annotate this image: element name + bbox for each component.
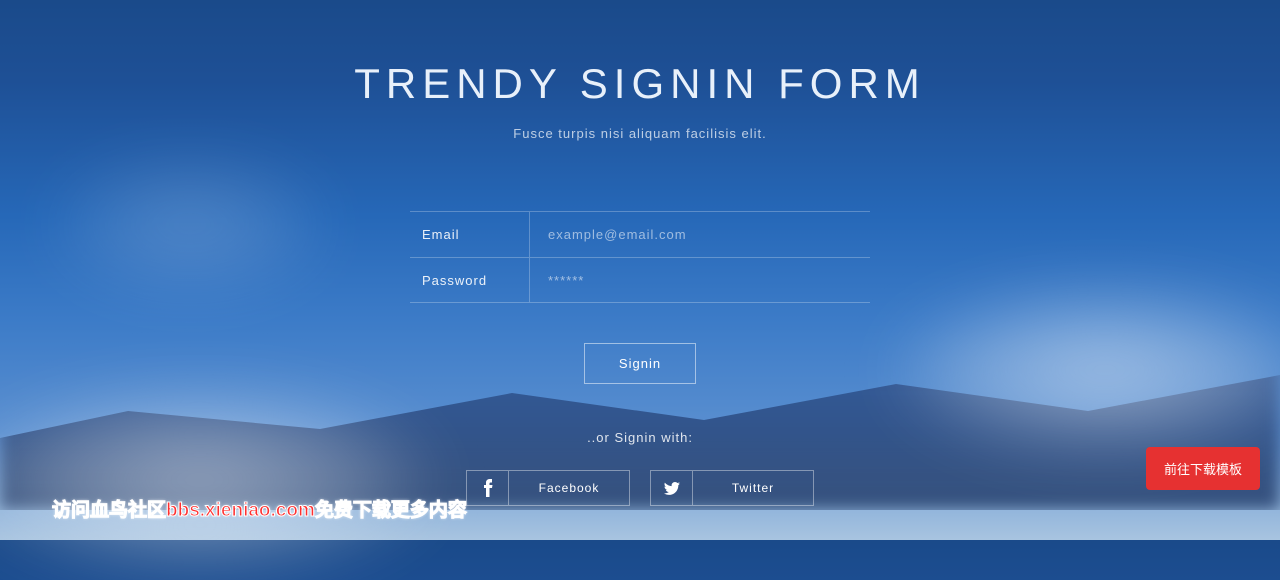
password-input[interactable] — [530, 258, 870, 302]
page-title: TRENDY SIGNIN FORM — [0, 60, 1280, 108]
email-label: Email — [410, 212, 530, 257]
twitter-button[interactable]: Twitter — [650, 470, 814, 506]
twitter-label: Twitter — [693, 481, 813, 495]
signin-button[interactable]: Signin — [584, 343, 696, 384]
password-label: Password — [410, 258, 530, 302]
signin-container: TRENDY SIGNIN FORM Fusce turpis nisi ali… — [0, 0, 1280, 506]
facebook-button[interactable]: Facebook — [466, 470, 630, 506]
twitter-icon — [651, 471, 693, 505]
email-input[interactable] — [530, 212, 870, 257]
email-row: Email — [410, 211, 870, 257]
or-signin-text: ..or Signin with: — [0, 430, 1280, 445]
watermark-text: 访问血鸟社区bbs.xieniao.com免费下载更多内容 — [52, 495, 467, 522]
password-row: Password — [410, 257, 870, 303]
facebook-icon — [467, 471, 509, 505]
page-subtitle: Fusce turpis nisi aliquam facilisis elit… — [0, 126, 1280, 141]
signin-form: Email Password — [410, 211, 870, 303]
download-template-button[interactable]: 前往下载模板 — [1146, 447, 1260, 490]
facebook-label: Facebook — [509, 481, 629, 495]
